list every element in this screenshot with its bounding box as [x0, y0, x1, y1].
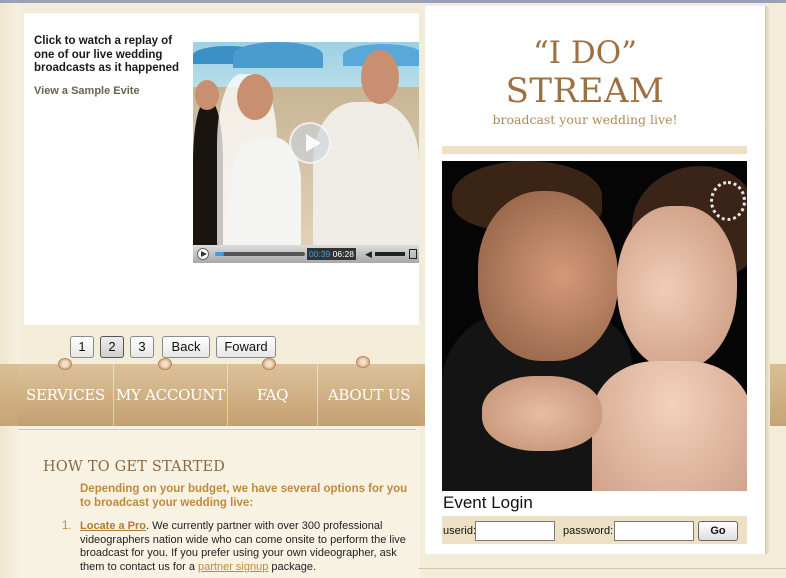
forward-button[interactable]: Foward — [216, 336, 276, 358]
photo-man-face — [478, 191, 618, 361]
list-item: Locate a Pro. We currently partner with … — [80, 520, 410, 574]
video-progress-fill — [215, 252, 224, 256]
userid-input[interactable] — [475, 521, 555, 541]
page-left-edge — [0, 0, 20, 578]
photo-woman-face — [617, 206, 737, 371]
nav-services[interactable]: SERVICES — [18, 364, 114, 426]
back-button[interactable]: Back — [162, 336, 210, 358]
fullscreen-icon[interactable] — [409, 249, 417, 259]
logo-stream: STREAM — [505, 71, 665, 111]
list-number: 1. — [62, 520, 72, 532]
partner-signup-link[interactable]: partner signup — [198, 561, 268, 573]
nav-my-account[interactable]: MY ACCOUNT — [114, 364, 228, 426]
how-to-title: HOW TO GET STARTED — [43, 459, 226, 475]
rose-ornament-icon — [356, 356, 370, 368]
video-elapsed: 00:39 — [309, 249, 331, 259]
right-bottom-divider — [418, 568, 786, 569]
content-divider — [18, 429, 416, 430]
photo-top-bar — [442, 146, 747, 154]
video-duration: 06:28 — [332, 249, 354, 259]
rose-ornament-icon — [158, 358, 172, 370]
groom-suit — [313, 102, 419, 249]
logo-i-do: “I DO” — [532, 35, 638, 71]
volume-slider[interactable] — [375, 252, 405, 256]
how-to-intro: Depending on your budget, we have severa… — [80, 483, 408, 509]
password-label: password: — [563, 525, 614, 537]
page-1-button[interactable]: 1 — [70, 336, 94, 358]
page-3-button[interactable]: 3 — [130, 336, 154, 358]
page-2-button[interactable]: 2 — [100, 336, 124, 358]
bride-head — [237, 74, 273, 120]
rose-ornament-icon — [58, 358, 72, 370]
userid-label: userid: — [443, 525, 477, 537]
umbrella-shape — [233, 42, 323, 68]
locate-pro-link[interactable]: Locate a Pro — [80, 520, 146, 532]
video-panel: Click to watch a replay of one of our li… — [24, 13, 419, 325]
bridesmaid-head — [195, 80, 219, 110]
password-input[interactable] — [614, 521, 694, 541]
bride-dress — [231, 137, 301, 249]
photo-tiara — [710, 181, 746, 221]
video-controls: 00:39 06:28 ◀ — [193, 245, 419, 263]
rose-ornament-icon — [262, 358, 276, 370]
list-item-text-end: package. — [268, 560, 317, 573]
event-login-title: Event Login — [443, 493, 533, 512]
groom-head — [361, 50, 399, 104]
nav-faq[interactable]: FAQ — [228, 364, 318, 426]
window-top-border — [0, 0, 786, 3]
logo-tagline: broadcast your wedding live! — [492, 112, 678, 127]
photo-hand — [482, 376, 602, 451]
wedding-video-player[interactable]: 00:39 06:28 ◀ — [193, 42, 419, 263]
main-nav: SERVICES MY ACCOUNT FAQ ABOUT US — [18, 364, 420, 426]
volume-icon[interactable]: ◀ — [365, 249, 373, 259]
sample-evite-link[interactable]: View a Sample Evite — [34, 85, 140, 97]
right-panel: “I DO” STREAM broadcast your wedding liv… — [425, 6, 765, 554]
couple-photo — [442, 161, 747, 491]
photo-woman-shoulder — [592, 361, 747, 491]
video-progress-bar[interactable] — [215, 252, 305, 256]
play-icon[interactable] — [197, 248, 209, 260]
video-caption: Click to watch a replay of one of our li… — [34, 35, 180, 74]
go-button[interactable]: Go — [698, 521, 738, 541]
video-play-overlay[interactable] — [289, 122, 331, 164]
nav-about-us[interactable]: ABOUT US — [318, 364, 420, 426]
right-panel-shadow — [765, 6, 770, 554]
video-time: 00:39 06:28 — [307, 248, 356, 260]
